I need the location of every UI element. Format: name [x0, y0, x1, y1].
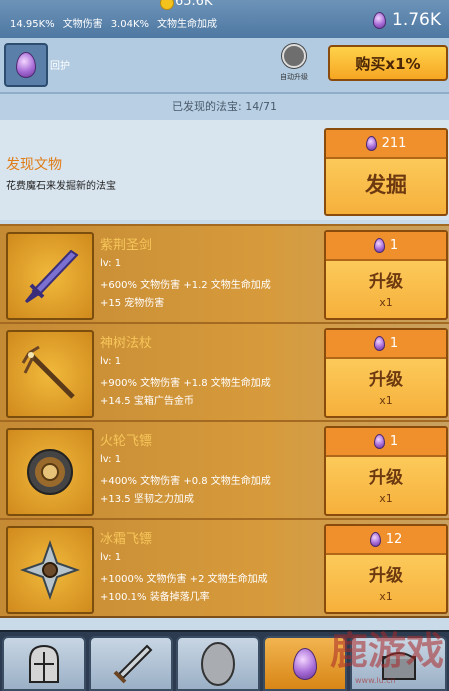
relic-name: 神树法杖 — [100, 336, 153, 351]
staff-icon — [6, 330, 94, 418]
upgrade-label: 升级 — [369, 468, 403, 488]
auto-upgrade-label: 自动升级 — [280, 73, 308, 81]
helmet-icon — [29, 644, 59, 683]
relic-stat-1: +600% 文物伤害 +1.2 文物生命加成 — [100, 280, 271, 291]
relic-name: 冰霜飞镖 — [100, 532, 153, 547]
relic-level: lv: 1 — [100, 356, 122, 367]
upgrade-cost: 1 — [326, 428, 446, 457]
gem-icon — [373, 238, 385, 253]
discover-cost: 211 — [326, 130, 446, 159]
relic-row: 火轮飞镖 lv: 1 +400% 文物伤害 +0.8 文物生命加成 +13.5 … — [0, 420, 449, 520]
relic-stat-2: +100.1% 装备掉落几率 — [100, 592, 210, 603]
gem-icon — [373, 434, 385, 449]
relic-stat-1: +900% 文物伤害 +1.8 文物生命加成 — [100, 378, 271, 389]
upgrade-button[interactable]: 1 升级 x1 — [324, 328, 448, 418]
tab-hero[interactable] — [2, 636, 86, 691]
gem-total-value: 1.76K — [392, 10, 441, 30]
upgrade-label: 升级 — [369, 272, 403, 292]
upgrade-cost-value: 1 — [389, 434, 399, 449]
stat-life-label: 文物生命加成 — [157, 19, 218, 30]
auto-upgrade-button[interactable]: 自动升级 — [277, 42, 311, 82]
shield-icon — [201, 641, 235, 686]
top-bar: 65.6K 14.95K% 文物伤害 3.04K% 文物生命加成 1.76K — [0, 0, 449, 38]
fire-shuriken-icon — [6, 428, 94, 516]
relic-level: lv: 1 — [100, 454, 122, 465]
relic-stat-2: +15 宠物伤害 — [100, 298, 165, 309]
upgrade-button[interactable]: 12 升级 x1 — [324, 524, 448, 614]
tab-shield[interactable] — [176, 636, 260, 691]
discover-row: 发现文物 花费魔石来发掘新的法宝 211 发掘 — [0, 120, 449, 220]
discover-desc: 花费魔石来发掘新的法宝 — [6, 181, 116, 192]
tab-equipment[interactable] — [89, 636, 173, 691]
upgrade-cost-value: 1 — [389, 238, 399, 253]
upgrade-multiplier: x1 — [379, 296, 393, 309]
heal-button[interactable] — [4, 43, 48, 87]
upgrade-label: 升级 — [369, 370, 403, 390]
coin-icon — [160, 0, 174, 10]
relic-name: 紫荆圣剑 — [100, 238, 153, 253]
upgrade-cost: 1 — [326, 330, 446, 359]
relic-row: 冰霜飞镖 lv: 1 +1000% 文物伤害 +2 文物生命加成 +100.1%… — [0, 518, 449, 618]
heal-gem-icon — [16, 52, 36, 78]
auto-upgrade-icon — [282, 44, 306, 68]
relic-stat-1: +400% 文物伤害 +0.8 文物生命加成 — [100, 476, 271, 487]
ice-shuriken-icon — [6, 526, 94, 614]
sword-icon — [113, 644, 153, 683]
stat-damage-value: 14.95K% — [10, 19, 55, 30]
relic-row: 神树法杖 lv: 1 +900% 文物伤害 +1.8 文物生命加成 +14.5 … — [0, 322, 449, 422]
watermark: 鹿游戏 — [330, 628, 445, 673]
upgrade-multiplier: x1 — [379, 492, 393, 505]
relic-name: 火轮飞镖 — [100, 434, 153, 449]
gem-icon — [369, 532, 381, 547]
relic-level: lv: 1 — [100, 552, 122, 563]
stat-damage-label: 文物伤害 — [62, 19, 103, 30]
upgrade-button[interactable]: 1 升级 x1 — [324, 426, 448, 516]
upgrade-cost-value: 12 — [385, 532, 403, 547]
discover-button-label: 发掘 — [365, 173, 407, 197]
gem-icon — [365, 136, 377, 151]
gem-icon — [293, 647, 317, 680]
sword-icon — [6, 232, 94, 320]
discover-cost-value: 211 — [381, 136, 407, 151]
discover-button[interactable]: 211 发掘 — [324, 128, 448, 216]
relic-stat-2: +13.5 坚韧之力加成 — [100, 494, 194, 505]
action-bar: 回护 自动升级 购买x1% — [0, 38, 449, 94]
relic-level: lv: 1 — [100, 258, 122, 269]
upgrade-multiplier: x1 — [379, 590, 393, 603]
discover-title: 发现文物 — [6, 157, 62, 173]
buy-button[interactable]: 购买x1% — [328, 45, 448, 81]
gem-icon — [373, 11, 386, 29]
gem-total: 1.76K — [373, 10, 441, 30]
gem-icon — [373, 336, 385, 351]
upgrade-button[interactable]: 1 升级 x1 — [324, 230, 448, 320]
stats-line: 14.95K% 文物伤害 3.04K% 文物生命加成 — [10, 15, 225, 30]
relic-row: 紫荆圣剑 lv: 1 +600% 文物伤害 +1.2 文物生命加成 +15 宠物… — [0, 224, 449, 324]
upgrade-label: 升级 — [369, 566, 403, 586]
coin-total: 65.6K — [175, 0, 213, 9]
upgrade-cost: 1 — [326, 232, 446, 261]
upgrade-multiplier: x1 — [379, 394, 393, 407]
watermark-url: www.lu.cn — [355, 676, 396, 685]
heal-label: 回护 — [50, 61, 70, 72]
stat-life-value: 3.04K% — [110, 19, 150, 30]
found-count: 已发现的法宝: 14/71 — [0, 94, 449, 120]
relic-list: 发现文物 花费魔石来发掘新的法宝 211 发掘 紫荆圣剑 lv: 1 +600%… — [0, 120, 449, 630]
relic-stat-2: +14.5 宝箱广告金币 — [100, 396, 194, 407]
relic-stat-1: +1000% 文物伤害 +2 文物生命加成 — [100, 574, 268, 585]
upgrade-cost-value: 1 — [389, 336, 399, 351]
upgrade-cost: 12 — [326, 526, 446, 555]
